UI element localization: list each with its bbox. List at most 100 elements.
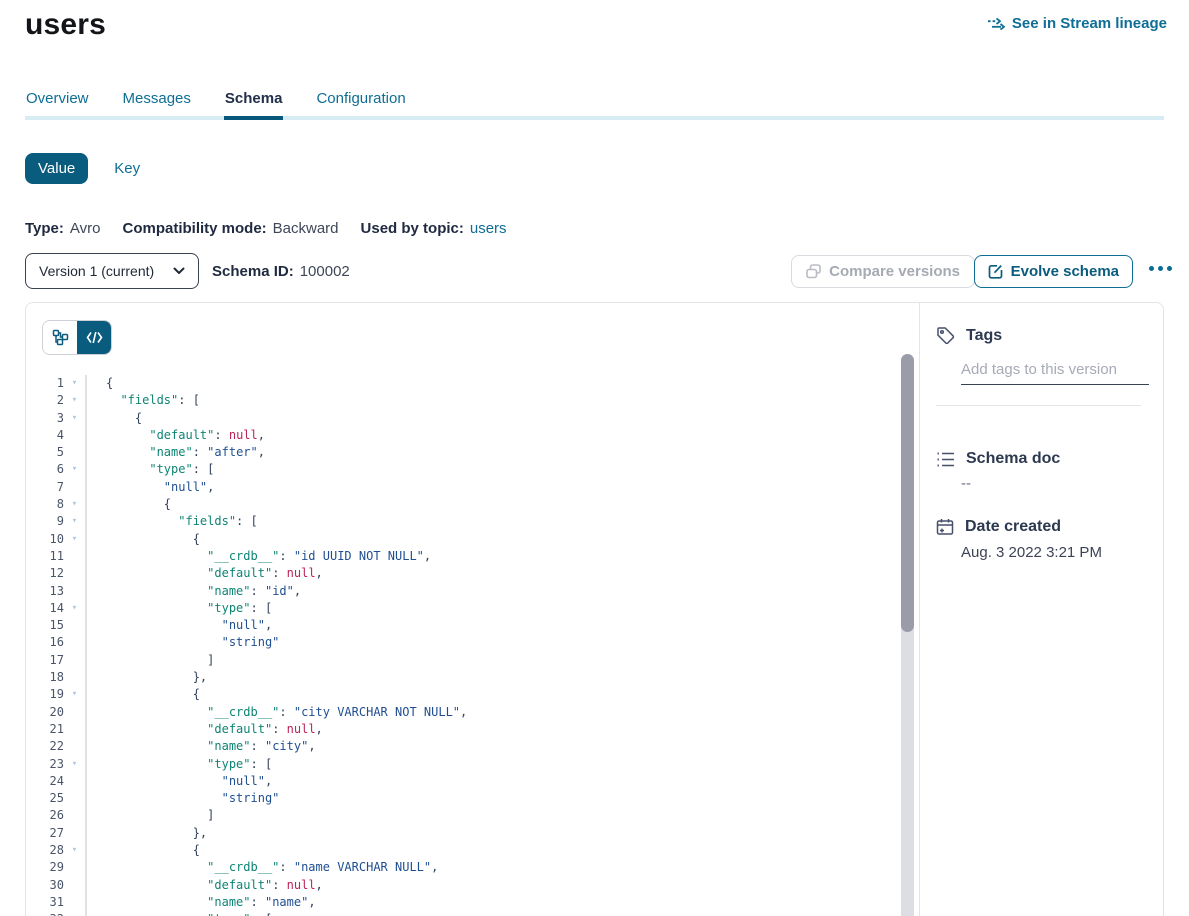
code-text: "null",: [85, 479, 919, 496]
fold-toggle-icon[interactable]: ▾: [64, 686, 85, 703]
tab-schema[interactable]: Schema: [224, 88, 284, 120]
chevron-down-icon: [173, 267, 185, 275]
calendar-icon: [936, 518, 954, 536]
code-line: 3▾ {: [26, 410, 919, 427]
line-number: 26: [26, 807, 64, 824]
line-number: 22: [26, 738, 64, 755]
code-text: ]: [85, 807, 919, 824]
code-line: 11 "__crdb__": "id UUID NOT NULL",: [26, 548, 919, 565]
fold-spacer: [64, 565, 85, 582]
code-text: {: [85, 686, 919, 703]
fold-toggle-icon[interactable]: ▾: [64, 496, 85, 513]
schema-id-value: 100002: [300, 263, 350, 280]
line-number: 3: [26, 410, 64, 427]
fold-spacer: [64, 634, 85, 651]
line-number: 25: [26, 790, 64, 807]
code-text: "__crdb__": "name VARCHAR NULL",: [85, 859, 919, 876]
code-text: "name": "id",: [85, 583, 919, 600]
code-text: },: [85, 825, 919, 842]
fold-toggle-icon[interactable]: ▾: [64, 756, 85, 773]
line-number: 13: [26, 583, 64, 600]
code-line: 19▾ {: [26, 686, 919, 703]
code-text: {: [85, 496, 919, 513]
key-toggle-link[interactable]: Key: [114, 160, 140, 177]
code-line: 5 "name": "after",: [26, 444, 919, 461]
version-select-value: Version 1 (current): [39, 263, 154, 279]
fold-spacer: [64, 427, 85, 444]
code-line: 30 "default": null,: [26, 877, 919, 894]
code-text: "__crdb__": "id UUID NOT NULL",: [85, 548, 919, 565]
fold-spacer: [64, 807, 85, 824]
code-text: ]: [85, 652, 919, 669]
fold-toggle-icon[interactable]: ▾: [64, 392, 85, 409]
schema-code-editor[interactable]: 1▾{2▾ "fields": [3▾ {4 "default": null,5…: [26, 367, 919, 916]
line-number: 9: [26, 513, 64, 530]
code-text: "name": "city",: [85, 738, 919, 755]
code-line: 26 ]: [26, 807, 919, 824]
line-number: 30: [26, 877, 64, 894]
fold-toggle-icon[interactable]: ▾: [64, 410, 85, 427]
tab-overview[interactable]: Overview: [25, 88, 90, 116]
sidebar-divider: [936, 405, 1141, 406]
tab-messages[interactable]: Messages: [122, 88, 192, 116]
editor-scrollbar-thumb[interactable]: [901, 354, 914, 632]
line-number: 5: [26, 444, 64, 461]
code-view-button[interactable]: [77, 321, 111, 354]
line-number: 4: [26, 427, 64, 444]
code-text: },: [85, 669, 919, 686]
tree-view-button[interactable]: [43, 321, 77, 354]
version-bar: Version 1 (current) Schema ID: 100002: [25, 253, 350, 289]
line-number: 18: [26, 669, 64, 686]
fold-spacer: [64, 444, 85, 461]
code-text: {: [85, 410, 919, 427]
tab-bar: Overview Messages Schema Configuration: [25, 88, 1164, 120]
fold-spacer: [64, 548, 85, 565]
compare-versions-button[interactable]: Compare versions: [791, 255, 975, 288]
schema-doc-value: --: [961, 475, 971, 492]
code-text: "type": [: [85, 461, 919, 478]
fold-toggle-icon[interactable]: ▾: [64, 531, 85, 548]
fold-toggle-icon[interactable]: ▾: [64, 461, 85, 478]
tab-configuration[interactable]: Configuration: [315, 88, 406, 116]
compatibility-label: Compatibility mode:: [122, 220, 266, 237]
fold-spacer: [64, 669, 85, 686]
fold-spacer: [64, 790, 85, 807]
type-label: Type:: [25, 220, 64, 237]
code-text: "fields": [: [85, 513, 919, 530]
code-line: 32▾ "type": [: [26, 911, 919, 916]
topic-link[interactable]: users: [470, 220, 507, 237]
schema-sidebar: Tags Schema doc -- Date created: [919, 303, 1163, 916]
fold-toggle-icon[interactable]: ▾: [64, 513, 85, 530]
code-line: 12 "default": null,: [26, 565, 919, 582]
add-tags-input[interactable]: [961, 359, 1149, 385]
evolve-schema-button[interactable]: Evolve schema: [974, 255, 1133, 288]
fold-spacer: [64, 617, 85, 634]
more-options-button[interactable]: [1149, 266, 1172, 271]
fold-toggle-icon[interactable]: ▾: [64, 600, 85, 617]
line-number: 16: [26, 634, 64, 651]
code-line: 13 "name": "id",: [26, 583, 919, 600]
code-text: "null",: [85, 617, 919, 634]
line-number: 19: [26, 686, 64, 703]
list-icon: [936, 451, 955, 468]
code-text: "__crdb__": "city VARCHAR NOT NULL",: [85, 704, 919, 721]
line-number: 31: [26, 894, 64, 911]
fold-spacer: [64, 773, 85, 790]
code-line: 17 ]: [26, 652, 919, 669]
value-toggle-button[interactable]: Value: [25, 153, 88, 184]
line-number: 20: [26, 704, 64, 721]
fold-toggle-icon[interactable]: ▾: [64, 911, 85, 916]
code-text: {: [85, 842, 919, 859]
version-select[interactable]: Version 1 (current): [25, 253, 199, 289]
line-number: 2: [26, 392, 64, 409]
compatibility-value: Backward: [273, 220, 339, 237]
line-number: 24: [26, 773, 64, 790]
stream-lineage-link[interactable]: See in Stream lineage: [987, 15, 1167, 32]
code-line: 18 },: [26, 669, 919, 686]
code-text: "string": [85, 634, 919, 651]
code-line: 6▾ "type": [: [26, 461, 919, 478]
fold-toggle-icon[interactable]: ▾: [64, 375, 85, 392]
code-line: 28▾ {: [26, 842, 919, 859]
line-number: 17: [26, 652, 64, 669]
fold-toggle-icon[interactable]: ▾: [64, 842, 85, 859]
